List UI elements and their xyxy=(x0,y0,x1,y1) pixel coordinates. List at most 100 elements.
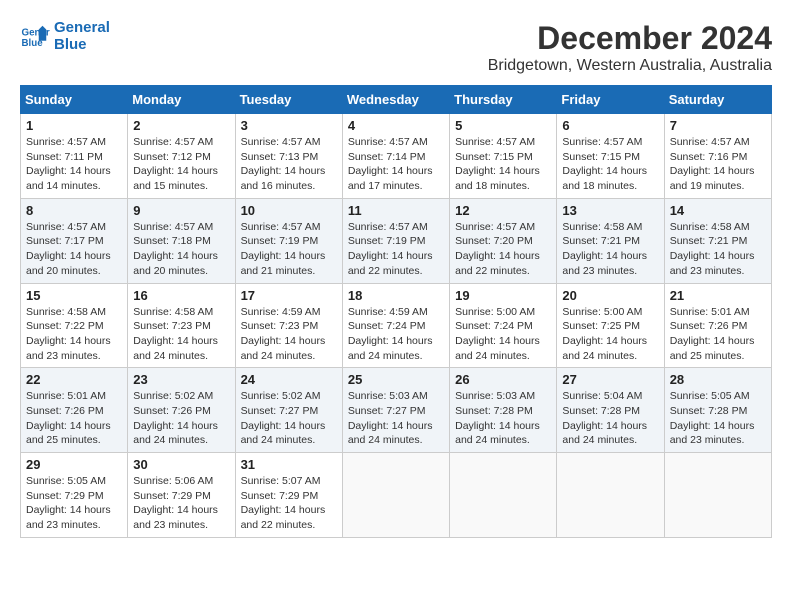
day-info: Sunrise: 5:01 AMSunset: 7:26 PMDaylight:… xyxy=(670,305,766,364)
calendar-cell: 2 Sunrise: 4:57 AMSunset: 7:12 PMDaylight… xyxy=(128,114,235,199)
logo-line2: Blue xyxy=(54,37,110,54)
day-info: Sunrise: 5:00 AMSunset: 7:24 PMDaylight:… xyxy=(455,305,551,364)
calendar-cell: 11 Sunrise: 4:57 AMSunset: 7:19 PMDayligh… xyxy=(342,198,449,283)
calendar-cell: 23 Sunrise: 5:02 AMSunset: 7:26 PMDayligh… xyxy=(128,368,235,453)
day-info: Sunrise: 4:58 AMSunset: 7:21 PMDaylight:… xyxy=(670,220,766,279)
calendar-cell: 15Sunrise: 4:58 AMSunset: 7:22 PMDayligh… xyxy=(21,283,128,368)
day-info: Sunrise: 4:57 AMSunset: 7:14 PMDaylight:… xyxy=(348,135,444,194)
calendar-cell: 14Sunrise: 4:58 AMSunset: 7:21 PMDayligh… xyxy=(664,198,771,283)
calendar-cell: 31 Sunrise: 5:07 AMSunset: 7:29 PMDayligh… xyxy=(235,453,342,538)
logo-icon: General Blue xyxy=(20,22,50,52)
day-number: 22 xyxy=(26,372,122,387)
day-number: 31 xyxy=(241,457,337,472)
day-number: 12 xyxy=(455,203,551,218)
day-number: 13 xyxy=(562,203,658,218)
calendar-cell: 17Sunrise: 4:59 AMSunset: 7:23 PMDayligh… xyxy=(235,283,342,368)
day-number: 4 xyxy=(348,118,444,133)
day-info: Sunrise: 4:59 AMSunset: 7:24 PMDaylight:… xyxy=(348,305,444,364)
day-info: Sunrise: 5:07 AMSunset: 7:29 PMDaylight:… xyxy=(241,474,337,533)
calendar-cell: 19 Sunrise: 5:00 AMSunset: 7:24 PMDayligh… xyxy=(450,283,557,368)
calendar-cell: 10 Sunrise: 4:57 AMSunset: 7:19 PMDayligh… xyxy=(235,198,342,283)
day-number: 18 xyxy=(348,288,444,303)
day-info: Sunrise: 4:57 AMSunset: 7:15 PMDaylight:… xyxy=(455,135,551,194)
calendar-cell: 13 Sunrise: 4:58 AMSunset: 7:21 PMDayligh… xyxy=(557,198,664,283)
calendar-cell: 25 Sunrise: 5:03 AMSunset: 7:27 PMDayligh… xyxy=(342,368,449,453)
day-info: Sunrise: 4:57 AMSunset: 7:13 PMDaylight:… xyxy=(241,135,337,194)
day-number: 6 xyxy=(562,118,658,133)
day-number: 3 xyxy=(241,118,337,133)
column-header-thursday: Thursday xyxy=(450,86,557,114)
calendar-cell: 27 Sunrise: 5:04 AMSunset: 7:28 PMDayligh… xyxy=(557,368,664,453)
day-info: Sunrise: 4:57 AMSunset: 7:19 PMDaylight:… xyxy=(348,220,444,279)
day-number: 29 xyxy=(26,457,122,472)
day-info: Sunrise: 5:00 AMSunset: 7:25 PMDaylight:… xyxy=(562,305,658,364)
day-number: 20 xyxy=(562,288,658,303)
calendar-cell xyxy=(664,453,771,538)
day-info: Sunrise: 4:58 AMSunset: 7:23 PMDaylight:… xyxy=(133,305,229,364)
subtitle: Bridgetown, Western Australia, Australia xyxy=(488,57,772,75)
calendar-cell: 8 Sunrise: 4:57 AMSunset: 7:17 PMDaylight… xyxy=(21,198,128,283)
day-info: Sunrise: 4:58 AMSunset: 7:22 PMDaylight:… xyxy=(26,305,122,364)
calendar-cell: 3 Sunrise: 4:57 AMSunset: 7:13 PMDaylight… xyxy=(235,114,342,199)
day-number: 7 xyxy=(670,118,766,133)
day-info: Sunrise: 5:01 AMSunset: 7:26 PMDaylight:… xyxy=(26,389,122,448)
day-number: 5 xyxy=(455,118,551,133)
calendar-cell: 22 Sunrise: 5:01 AMSunset: 7:26 PMDayligh… xyxy=(21,368,128,453)
day-number: 25 xyxy=(348,372,444,387)
calendar-cell: 6 Sunrise: 4:57 AMSunset: 7:15 PMDaylight… xyxy=(557,114,664,199)
calendar-cell xyxy=(450,453,557,538)
day-number: 19 xyxy=(455,288,551,303)
day-number: 28 xyxy=(670,372,766,387)
calendar-cell: 21 Sunrise: 5:01 AMSunset: 7:26 PMDayligh… xyxy=(664,283,771,368)
calendar-cell: 18 Sunrise: 4:59 AMSunset: 7:24 PMDayligh… xyxy=(342,283,449,368)
day-number: 23 xyxy=(133,372,229,387)
day-info: Sunrise: 4:57 AMSunset: 7:12 PMDaylight:… xyxy=(133,135,229,194)
column-header-wednesday: Wednesday xyxy=(342,86,449,114)
day-info: Sunrise: 4:57 AMSunset: 7:11 PMDaylight:… xyxy=(26,135,122,194)
day-info: Sunrise: 4:57 AMSunset: 7:19 PMDaylight:… xyxy=(241,220,337,279)
day-info: Sunrise: 5:05 AMSunset: 7:28 PMDaylight:… xyxy=(670,389,766,448)
month-title: December 2024 xyxy=(488,20,772,57)
logo-line1: General xyxy=(54,20,110,37)
calendar-cell: 26Sunrise: 5:03 AMSunset: 7:28 PMDayligh… xyxy=(450,368,557,453)
day-info: Sunrise: 5:02 AMSunset: 7:26 PMDaylight:… xyxy=(133,389,229,448)
day-number: 9 xyxy=(133,203,229,218)
calendar-cell: 7Sunrise: 4:57 AMSunset: 7:16 PMDaylight… xyxy=(664,114,771,199)
day-info: Sunrise: 5:02 AMSunset: 7:27 PMDaylight:… xyxy=(241,389,337,448)
day-number: 27 xyxy=(562,372,658,387)
column-header-saturday: Saturday xyxy=(664,86,771,114)
day-info: Sunrise: 5:04 AMSunset: 7:28 PMDaylight:… xyxy=(562,389,658,448)
day-info: Sunrise: 4:57 AMSunset: 7:15 PMDaylight:… xyxy=(562,135,658,194)
day-info: Sunrise: 4:57 AMSunset: 7:18 PMDaylight:… xyxy=(133,220,229,279)
calendar-cell: 5 Sunrise: 4:57 AMSunset: 7:15 PMDaylight… xyxy=(450,114,557,199)
day-number: 24 xyxy=(241,372,337,387)
calendar-table: SundayMondayTuesdayWednesdayThursdayFrid… xyxy=(20,85,772,538)
calendar-cell: 20 Sunrise: 5:00 AMSunset: 7:25 PMDayligh… xyxy=(557,283,664,368)
calendar-cell: 4 Sunrise: 4:57 AMSunset: 7:14 PMDaylight… xyxy=(342,114,449,199)
day-number: 1 xyxy=(26,118,122,133)
title-block: December 2024 Bridgetown, Western Austra… xyxy=(488,20,772,75)
day-info: Sunrise: 5:03 AMSunset: 7:27 PMDaylight:… xyxy=(348,389,444,448)
day-info: Sunrise: 4:59 AMSunset: 7:23 PMDaylight:… xyxy=(241,305,337,364)
day-info: Sunrise: 5:05 AMSunset: 7:29 PMDaylight:… xyxy=(26,474,122,533)
day-number: 10 xyxy=(241,203,337,218)
calendar-cell: 29 Sunrise: 5:05 AMSunset: 7:29 PMDayligh… xyxy=(21,453,128,538)
calendar-cell: 28 Sunrise: 5:05 AMSunset: 7:28 PMDayligh… xyxy=(664,368,771,453)
day-info: Sunrise: 4:57 AMSunset: 7:17 PMDaylight:… xyxy=(26,220,122,279)
day-info: Sunrise: 4:58 AMSunset: 7:21 PMDaylight:… xyxy=(562,220,658,279)
page-header: General Blue General Blue December 2024 … xyxy=(20,20,772,75)
column-header-sunday: Sunday xyxy=(21,86,128,114)
day-number: 11 xyxy=(348,203,444,218)
calendar-cell: 30Sunrise: 5:06 AMSunset: 7:29 PMDayligh… xyxy=(128,453,235,538)
column-header-tuesday: Tuesday xyxy=(235,86,342,114)
calendar-cell: 9 Sunrise: 4:57 AMSunset: 7:18 PMDaylight… xyxy=(128,198,235,283)
day-number: 21 xyxy=(670,288,766,303)
day-info: Sunrise: 5:06 AMSunset: 7:29 PMDaylight:… xyxy=(133,474,229,533)
day-number: 8 xyxy=(26,203,122,218)
day-info: Sunrise: 5:03 AMSunset: 7:28 PMDaylight:… xyxy=(455,389,551,448)
calendar-cell xyxy=(557,453,664,538)
calendar-cell: 1 Sunrise: 4:57 AMSunset: 7:11 PMDaylight… xyxy=(21,114,128,199)
calendar-cell xyxy=(342,453,449,538)
day-number: 2 xyxy=(133,118,229,133)
day-number: 16 xyxy=(133,288,229,303)
